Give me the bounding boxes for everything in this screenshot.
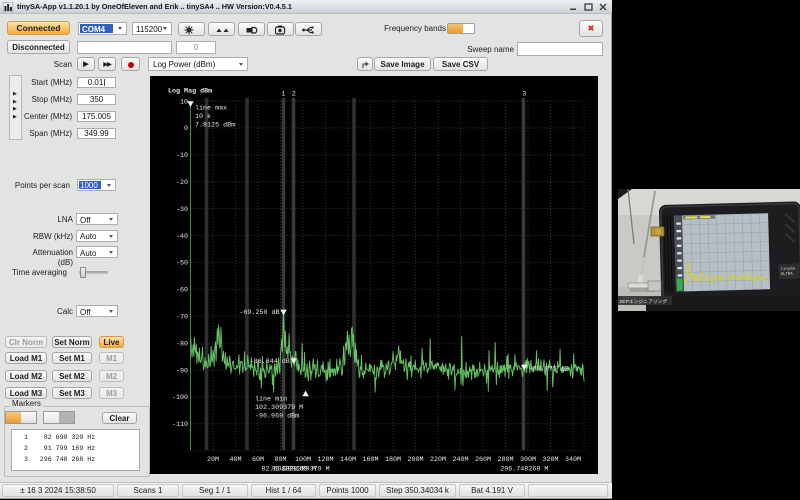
svg-text:-50: -50 [176, 260, 188, 268]
svg-text:-30: -30 [176, 206, 188, 214]
svg-text:-90: -90 [176, 367, 188, 375]
svg-text:340M: 340M [565, 456, 581, 464]
svg-text:102.309379 M: 102.309379 M [282, 466, 330, 474]
svg-text:-110: -110 [172, 421, 188, 429]
svg-text:line min: line min [255, 396, 287, 404]
svg-text:320M: 320M [542, 456, 558, 464]
svg-text:296.748268 M: 296.748268 M [500, 466, 548, 474]
svg-text:-69.250 dB: -69.250 dB [239, 309, 279, 317]
svg-text:-89.875 dB: -89.875 dB [529, 366, 569, 374]
svg-text:102.309379 M: 102.309379 M [255, 404, 303, 412]
svg-text:1: 1 [281, 91, 285, 99]
svg-text:3: 3 [522, 91, 526, 99]
svg-text:200M: 200M [407, 456, 423, 464]
svg-text:240M: 240M [452, 456, 468, 464]
svg-text:Log Mag dBm: Log Mag dBm [168, 88, 212, 96]
svg-text:80M: 80M [274, 456, 286, 464]
svg-text:-96.969 dBm: -96.969 dBm [255, 413, 299, 421]
svg-text:180M: 180M [385, 456, 401, 464]
svg-text:ZEPエンジニアリング: ZEPエンジニアリング [620, 298, 668, 305]
svg-text:20M: 20M [207, 456, 219, 464]
svg-text:300M: 300M [520, 456, 536, 464]
svg-text:2: 2 [292, 91, 296, 99]
svg-text:10: 10 [180, 98, 188, 106]
svg-text:-70: -70 [176, 314, 188, 322]
svg-text:10 k: 10 k [195, 113, 211, 121]
svg-text:-20: -20 [176, 179, 188, 187]
svg-text:-40: -40 [176, 233, 188, 241]
svg-text:0: 0 [184, 125, 188, 133]
svg-text:ULTRA: ULTRA [781, 273, 794, 277]
svg-text:7.8125 dBm: 7.8125 dBm [195, 122, 235, 130]
svg-text:220M: 220M [430, 456, 446, 464]
svg-text:120M: 120M [317, 456, 333, 464]
svg-text:160M: 160M [362, 456, 378, 464]
svg-text:-86.844 dB: -86.844 dB [250, 358, 290, 366]
svg-text:line max: line max [195, 105, 227, 113]
svg-text:-10: -10 [176, 152, 188, 160]
svg-text:100M: 100M [295, 456, 311, 464]
svg-text:-60: -60 [176, 287, 188, 295]
svg-text:40M: 40M [229, 456, 241, 464]
svg-text:260M: 260M [475, 456, 491, 464]
svg-text:-100: -100 [172, 394, 188, 402]
svg-text:-80: -80 [176, 340, 188, 348]
svg-text:tinySA: tinySA [780, 267, 795, 272]
svg-text:140M: 140M [340, 456, 356, 464]
svg-text:60M: 60M [252, 456, 264, 464]
svg-text:280M: 280M [497, 456, 513, 464]
